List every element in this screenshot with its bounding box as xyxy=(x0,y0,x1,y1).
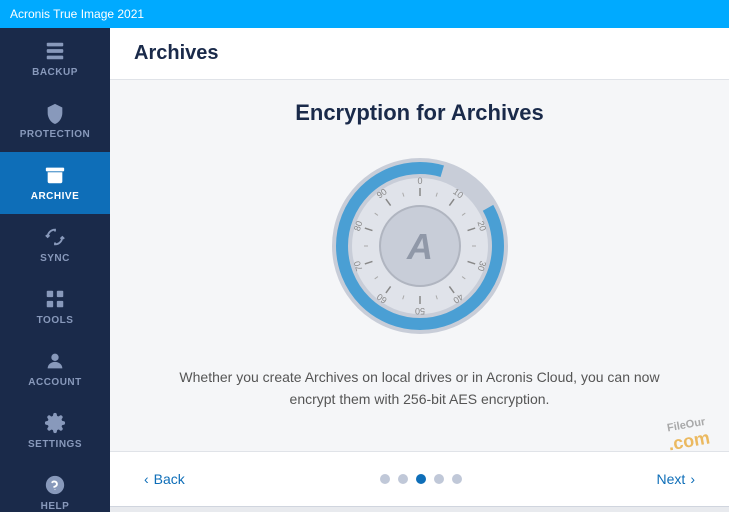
protection-icon xyxy=(44,102,66,124)
encryption-title: Encryption for Archives xyxy=(295,100,544,126)
tools-icon xyxy=(44,288,66,310)
settings-icon xyxy=(44,412,66,434)
sidebar-item-protection[interactable]: PROTECTION xyxy=(0,90,110,152)
sidebar-item-archive[interactable]: ARCHIVE xyxy=(0,152,110,214)
account-icon xyxy=(44,350,66,372)
sync-icon xyxy=(44,226,66,248)
title-bar-text: Acronis True Image 2021 xyxy=(10,7,144,21)
dot-2 xyxy=(398,474,408,484)
dot-4 xyxy=(434,474,444,484)
lock-dial-svg: 0 10 20 30 40 xyxy=(330,156,510,336)
sidebar: BACKUP PROTECTION ARCHIVE SYNC xyxy=(0,28,110,512)
sidebar-item-account-label: ACCOUNT xyxy=(28,377,82,388)
sidebar-item-settings[interactable]: SETTINGS xyxy=(0,400,110,462)
sidebar-item-settings-label: SETTINGS xyxy=(28,439,82,450)
dot-3 xyxy=(416,474,426,484)
sidebar-item-protection-label: PROTECTION xyxy=(20,129,91,140)
help-icon xyxy=(44,474,66,496)
next-label: Next xyxy=(657,471,686,487)
content-body: Encryption for Archives 0 xyxy=(110,80,729,451)
back-button[interactable]: ‹ Back xyxy=(134,466,195,492)
main-layout: BACKUP PROTECTION ARCHIVE SYNC xyxy=(0,28,729,512)
svg-text:A: A xyxy=(406,226,433,267)
pagination-dots xyxy=(380,474,462,484)
lock-dial-container: 0 10 20 30 40 xyxy=(330,156,510,336)
next-button[interactable]: Next › xyxy=(647,466,705,492)
content-header: Archives xyxy=(110,28,729,80)
page-title: Archives xyxy=(134,42,705,65)
dot-5 xyxy=(452,474,462,484)
next-chevron-icon: › xyxy=(690,471,695,487)
svg-text:50: 50 xyxy=(414,306,424,316)
svg-text:0: 0 xyxy=(417,176,422,186)
sidebar-item-backup[interactable]: BACKUP xyxy=(0,28,110,90)
sidebar-item-archive-label: ARCHIVE xyxy=(31,191,80,202)
sidebar-item-sync-label: SYNC xyxy=(40,253,70,264)
sidebar-item-account[interactable]: ACCOUNT xyxy=(0,338,110,400)
archive-icon xyxy=(44,164,66,186)
sidebar-item-tools-label: TOOLS xyxy=(37,315,74,326)
sidebar-item-backup-label: BACKUP xyxy=(32,67,78,78)
backup-icon xyxy=(44,40,66,62)
dot-1 xyxy=(380,474,390,484)
sidebar-item-help[interactable]: HELP xyxy=(0,462,110,512)
back-label: Back xyxy=(154,471,185,487)
content-footer: ‹ Back Next › xyxy=(110,451,729,506)
encryption-description: Whether you create Archives on local dri… xyxy=(170,366,670,411)
content-area: Archives Encryption for Archives xyxy=(110,28,729,512)
sidebar-item-tools[interactable]: TOOLS xyxy=(0,276,110,338)
sidebar-item-help-label: HELP xyxy=(41,501,70,512)
sidebar-bottom: SETTINGS HELP xyxy=(0,400,110,512)
sidebar-item-sync[interactable]: SYNC xyxy=(0,214,110,276)
back-chevron-icon: ‹ xyxy=(144,471,149,487)
title-bar: Acronis True Image 2021 xyxy=(0,0,729,28)
action-bar: Analyze Home Folder ▼ xyxy=(110,506,729,512)
